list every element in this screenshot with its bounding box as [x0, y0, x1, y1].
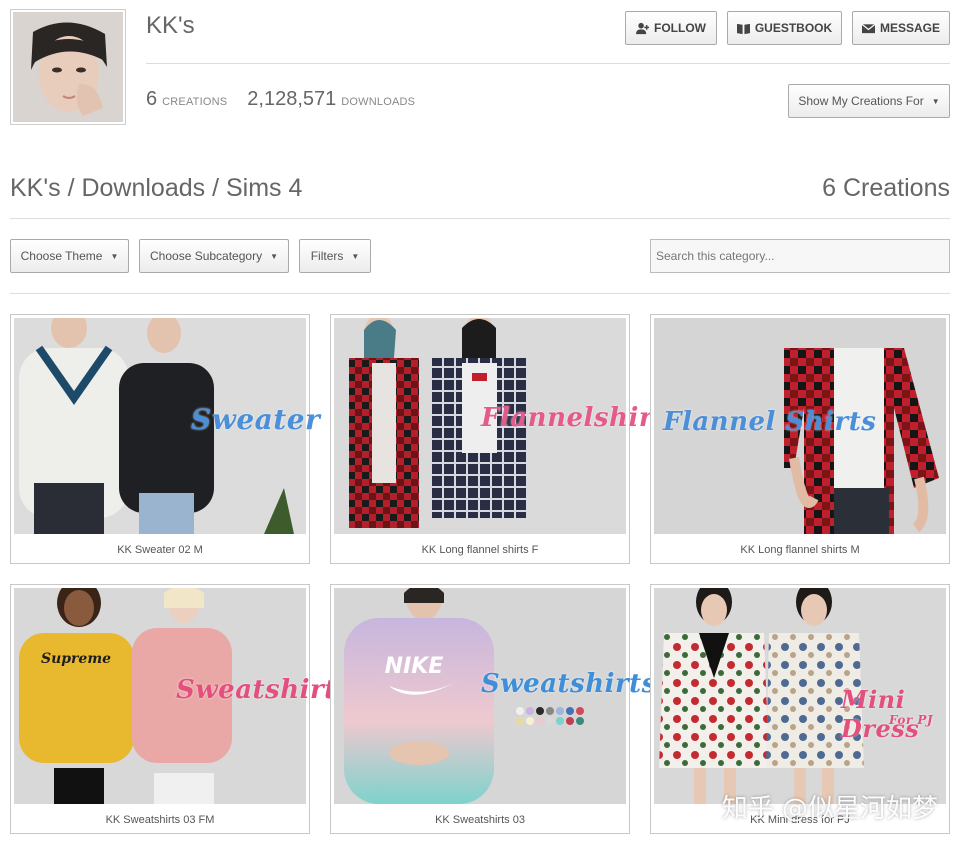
- breadcrumb-divider: [10, 218, 950, 219]
- guestbook-button[interactable]: GUESTBOOK: [727, 11, 842, 45]
- show-creations-label: Show My Creations For: [798, 94, 924, 108]
- creation-overlay-text: Sweater: [191, 403, 321, 436]
- creation-card[interactable]: Flannelshirts KK Long flannel shirts F: [330, 314, 680, 564]
- creation-overlay-subtext: For PJ: [889, 713, 934, 727]
- filter-divider: [10, 293, 950, 294]
- svg-text:Supreme: Supreme: [41, 651, 111, 667]
- creation-title[interactable]: KK Sweater 02 M: [11, 544, 309, 556]
- follow-button[interactable]: FOLLOW: [625, 11, 717, 45]
- creation-title[interactable]: KK Sweatshirts 03 FM: [11, 814, 309, 826]
- watermark-text: 知乎 @似星河如梦: [721, 794, 938, 824]
- caret-down-icon: ▼: [270, 251, 278, 261]
- message-label: MESSAGE: [879, 21, 940, 35]
- guestbook-label: GUESTBOOK: [754, 21, 833, 35]
- message-button[interactable]: MESSAGE: [852, 11, 950, 45]
- creation-card[interactable]: Supreme Sweatshirts KK Sweatshirts 03 FM: [10, 584, 351, 834]
- creation-title[interactable]: KK Long flannel shirts M: [651, 544, 949, 556]
- creation-card[interactable]: NIKE Sweatshirts KK Sweatshirts 03: [330, 584, 656, 834]
- filters-dropdown[interactable]: Filters ▼: [299, 239, 371, 273]
- profile-stats: 6 CREATIONS 2,128,571 DOWNLOADS: [146, 88, 435, 111]
- category-search-input[interactable]: [650, 239, 950, 273]
- creations-total: 6 Creations: [822, 174, 950, 202]
- creation-title[interactable]: KK Sweatshirts 03: [331, 814, 629, 826]
- choose-subcategory-dropdown[interactable]: Choose Subcategory ▼: [139, 239, 289, 273]
- profile-avatar[interactable]: [10, 9, 126, 125]
- header-divider: [146, 63, 950, 64]
- downloads-count: 2,128,571: [247, 88, 337, 110]
- book-icon: [736, 22, 750, 35]
- caret-down-icon: ▼: [110, 251, 119, 261]
- caret-down-icon: ▼: [931, 96, 940, 106]
- avatar-image: [13, 12, 123, 122]
- creation-card[interactable]: Sweater KK Sweater 02 M: [10, 314, 320, 564]
- creation-title[interactable]: KK Long flannel shirts F: [331, 544, 629, 556]
- show-creations-for-dropdown[interactable]: Show My Creations For ▼: [788, 84, 950, 118]
- creation-overlay-text: Sweatshirts: [176, 675, 352, 705]
- downloads-label: DOWNLOADS: [341, 96, 416, 108]
- breadcrumb: KK's / Downloads / Sims 4: [10, 174, 303, 202]
- filters-label: Filters: [310, 249, 344, 263]
- creations-count: 6: [146, 88, 158, 110]
- caret-down-icon: ▼: [351, 251, 360, 261]
- choose-theme-dropdown[interactable]: Choose Theme ▼: [10, 239, 129, 273]
- envelope-icon: [861, 22, 875, 35]
- choose-theme-label: Choose Theme: [20, 249, 103, 263]
- profile-name: KK's: [146, 12, 195, 39]
- svg-text:NIKE: NIKE: [385, 654, 444, 679]
- user-plus-icon: [636, 22, 649, 35]
- choose-subcategory-label: Choose Subcategory: [150, 249, 263, 263]
- creation-overlay-text: Flannel Shirts: [663, 407, 877, 437]
- creation-overlay-text: Sweatshirts: [481, 669, 657, 699]
- creations-label: CREATIONS: [162, 96, 228, 108]
- creation-card[interactable]: Flannel Shirts KK Long flannel shirts M: [650, 314, 950, 564]
- follow-label: FOLLOW: [654, 21, 706, 35]
